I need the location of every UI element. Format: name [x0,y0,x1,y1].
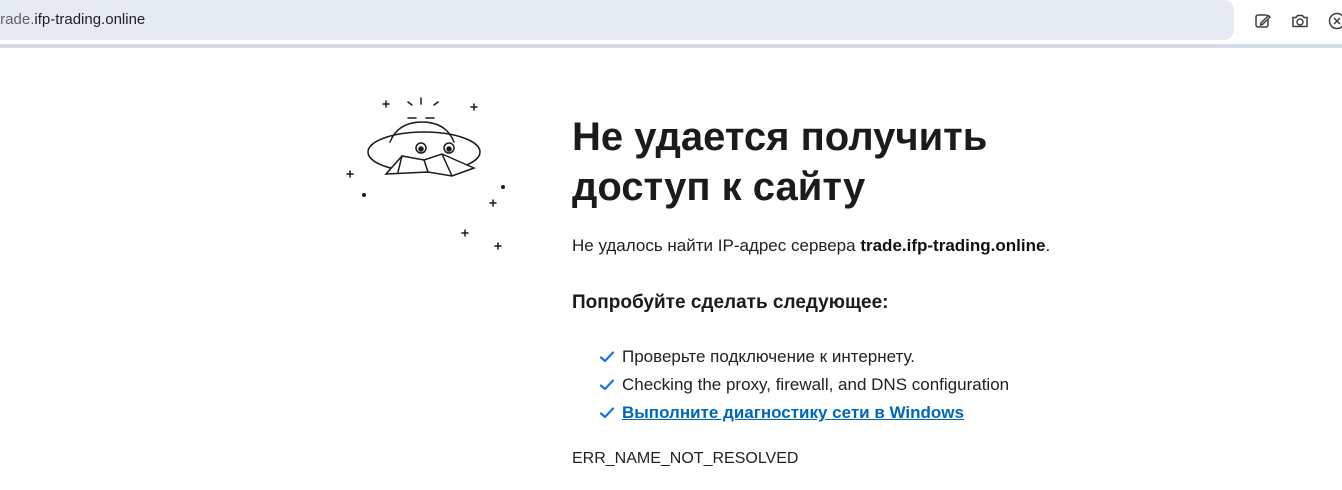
error-code: ERR_NAME_NOT_RESOLVED [572,450,799,467]
ufo-illustration-icon [340,92,520,262]
suggestion-item: Выполните диагностику сети в Windows [600,399,1312,427]
edit-icon[interactable] [1252,10,1274,32]
error-message-prefix: Не удалось найти IP-адрес сервера [572,236,861,255]
url-text[interactable]: trade.ifp-trading.online [0,11,145,29]
close-circle-icon[interactable] [1326,10,1342,32]
suggestions-list: Проверьте подключение к интернету. Check… [572,343,1312,427]
url-host: trade. [0,11,35,28]
camera-icon[interactable] [1289,10,1311,32]
check-icon [600,379,622,391]
suggestion-text: Checking the proxy, firewall, and DNS co… [622,375,1010,394]
address-bar[interactable]: trade.ifp-trading.online [0,0,1234,40]
error-message-suffix: . [1045,236,1051,255]
url-path: ifp-trading.online [34,11,146,28]
error-content: Не удается получить доступ к сайту Не уд… [572,112,1312,469]
check-icon [600,351,622,363]
network-diagnostics-link[interactable]: Выполните диагностику сети в Windows [622,399,964,427]
check-icon [600,407,622,419]
page-title: Не удается получить доступ к сайту [572,115,988,209]
suggestions-heading: Попробуйте сделать следующее: [572,292,889,313]
suggestion-item: Проверьте подключение к интернету. [600,343,1312,371]
suggestion-item: Checking the proxy, firewall, and DNS co… [600,371,1312,399]
suggestion-text: Проверьте подключение к интернету. [622,347,916,366]
browser-toolbar: trade.ifp-trading.online [0,0,1342,44]
toolbar-divider [0,44,1342,48]
error-message: Не удалось найти IP-адрес сервера trade.… [572,235,1312,257]
error-message-host: trade.ifp-trading.online [860,236,1046,255]
